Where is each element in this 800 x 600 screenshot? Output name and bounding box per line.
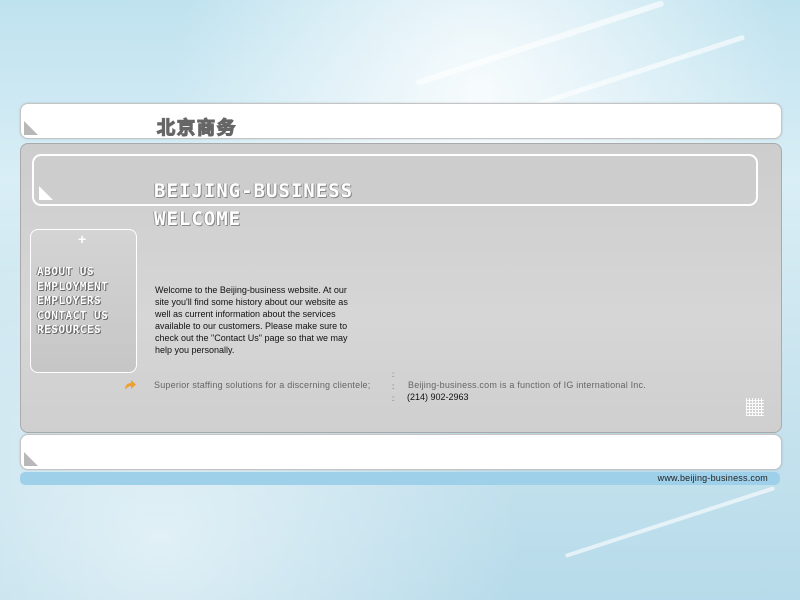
separator: : (392, 394, 395, 403)
corner-triangle-icon (24, 452, 38, 466)
nav-item-resources[interactable]: RESOURCES (37, 323, 108, 338)
background-light-streak (524, 34, 746, 111)
separator: : (392, 382, 395, 391)
nav-item-about-us[interactable]: ABOUT US (37, 265, 108, 280)
nav-item-employment[interactable]: EMPLOYMENT (37, 280, 108, 295)
bottom-bar (20, 434, 782, 470)
nav-item-contact-us[interactable]: CONTACT US (37, 309, 108, 324)
header-bar: 北京商务 (20, 103, 782, 140)
phone-number: (214) 902-2963 (407, 392, 469, 402)
chinese-logo: 北京商务 (156, 117, 237, 139)
footer-strip: www.beijing-business.com (20, 472, 780, 485)
company-line: Beijing-business.com is a function of IG… (408, 380, 646, 390)
nav-item-employers[interactable]: EMPLOYERS (37, 294, 108, 309)
site-title: BEIJING-BUSINESS (154, 180, 354, 202)
main-panel: BEIJING-BUSINESS WELCOME + ABOUT US EMPL… (20, 143, 782, 433)
orange-curved-arrow-icon (125, 380, 136, 390)
welcome-text: Welcome to the Beijing-business website.… (155, 285, 348, 356)
tagline: Superior staffing solutions for a discer… (154, 380, 371, 390)
grid-icon (746, 398, 764, 416)
nav-list: ABOUT US EMPLOYMENT EMPLOYERS CONTACT US… (37, 265, 108, 338)
nav-menu: + ABOUT US EMPLOYMENT EMPLOYERS CONTACT … (30, 229, 137, 373)
corner-triangle-icon (24, 121, 38, 135)
page-title: WELCOME (154, 208, 242, 230)
corner-triangle-icon (39, 186, 53, 200)
footer-url-link[interactable]: www.beijing-business.com (658, 473, 768, 483)
background-light-streak (564, 486, 776, 558)
plus-icon: + (78, 231, 87, 247)
separator: : (392, 370, 395, 379)
title-frame (32, 154, 758, 206)
